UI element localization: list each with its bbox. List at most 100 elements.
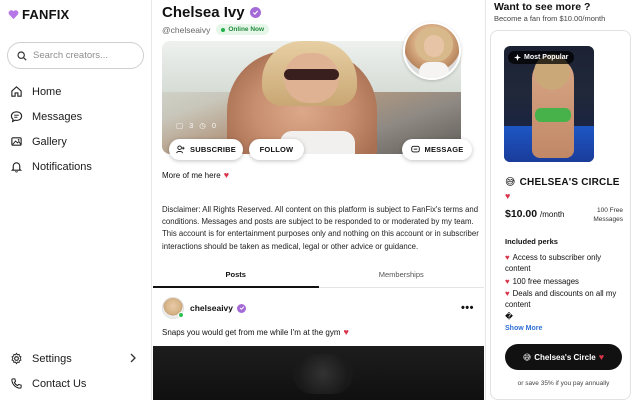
chevron-right-icon[interactable] (129, 353, 137, 363)
nav-settings-label: Settings (32, 352, 72, 365)
perk-text: 100 free messages (512, 277, 579, 286)
nav-contact[interactable]: Contact Us (10, 377, 86, 390)
heart-icon: ♥ (343, 327, 349, 337)
perk-text: Access to subscriber only content (505, 253, 602, 273)
nav-notifications[interactable]: Notifications (10, 160, 92, 173)
phone-icon (11, 378, 22, 389)
online-badge-label: Online Now (228, 26, 265, 33)
free-messages: 100 Free Messages (583, 206, 623, 224)
post-caption: Snaps you would get from me while I'm at… (162, 327, 349, 337)
tab-posts[interactable]: Posts (153, 262, 319, 288)
nav-messages[interactable]: Messages (10, 110, 82, 123)
show-more-link[interactable]: Show More (505, 325, 542, 332)
handle-row: @chelseaivy Online Now (162, 24, 270, 35)
subscribe-label: SUBSCRIBE (190, 145, 236, 154)
follow-label: FOLLOW (259, 145, 294, 154)
verified-icon (237, 303, 247, 313)
nav-contact-label: Contact Us (32, 377, 87, 390)
logo[interactable]: FANFIX (8, 7, 69, 22)
panel-title: Want to see more ? (494, 1, 591, 13)
cta-label: Chelsea's Circle (534, 352, 596, 362)
online-badge: Online Now (216, 24, 270, 35)
search-input[interactable] (33, 50, 133, 61)
profile-avatar[interactable] (403, 22, 461, 80)
perk-item: � (505, 311, 625, 322)
profile-bio: More of me here ♥ (162, 170, 229, 180)
search-icon (17, 50, 27, 61)
media-stats: ▢ 3 ◷ 0 (176, 121, 216, 130)
cta-emoji-icon: 😅 (522, 352, 532, 362)
gear-icon (11, 352, 22, 365)
home-icon (11, 86, 22, 97)
nav-messages-label: Messages (32, 110, 83, 123)
message-icon (410, 145, 420, 153)
perk-text: � (505, 312, 513, 321)
free-messages-line2: Messages (593, 216, 623, 223)
join-tier-button[interactable]: 😅 Chelsea's Circle ♥ (505, 344, 622, 370)
profile-name: Chelsea Ivy (162, 4, 261, 21)
photo-icon: ▢ (176, 121, 184, 130)
tab-memberships[interactable]: Memberships (319, 262, 485, 287)
perk-item: ♥ Deals and discounts on all my content (505, 288, 625, 310)
bell-icon (10, 162, 23, 173)
free-messages-line1: 100 Free (596, 207, 623, 214)
profile-tabs: Posts Memberships (153, 262, 484, 288)
video-icon: ◷ (199, 121, 206, 130)
video-count: 0 (211, 121, 216, 130)
subscribe-button[interactable]: SUBSCRIBE (169, 139, 243, 160)
panel-subtitle: Become a fan from $10.00/month (494, 14, 606, 23)
post-author[interactable]: chelseaivy (190, 303, 247, 313)
heart-icon: ♥ (505, 277, 510, 286)
price-unit: /month (540, 210, 565, 219)
post-avatar[interactable] (162, 297, 184, 319)
tier-price: $10.00 /month (505, 208, 565, 220)
annual-savings-text: or save 35% if you pay annually (517, 380, 610, 387)
membership-image: Most Popular (504, 46, 594, 162)
nav-home-label: Home (32, 85, 62, 98)
post-caption-text: Snaps you would get from me while I'm at… (162, 327, 341, 337)
post-media[interactable] (153, 346, 484, 400)
follow-button[interactable]: FOLLOW (249, 139, 304, 160)
sidebar: FANFIX Home Messages Gallery Notificatio… (0, 0, 152, 400)
heart-icon: ♥ (223, 170, 230, 180)
online-dot-icon (178, 312, 184, 318)
verified-icon (249, 7, 261, 18)
tier-title: 😅 CHELSEA'S CIRCLE (505, 177, 620, 188)
logo-heart-icon (8, 10, 19, 20)
nav-notifications-label: Notifications (32, 160, 92, 173)
nav-gallery[interactable]: Gallery (10, 135, 67, 148)
price-value: $10.00 (505, 208, 538, 220)
perks-title: Included perks (505, 237, 558, 246)
chat-icon (10, 111, 23, 123)
heart-icon: ♥ (598, 352, 605, 362)
add-user-icon (176, 145, 185, 154)
search-box[interactable] (7, 42, 144, 69)
disclaimer-text: Disclaimer: All Rights Reserved. All con… (162, 205, 479, 251)
badge-label: Most Popular (524, 54, 569, 61)
logo-text: FANFIX (22, 7, 70, 22)
post-author-name: chelseaivy (190, 303, 234, 313)
bio-text: More of me here (162, 170, 221, 180)
perk-item: ♥ 100 free messages (505, 276, 625, 287)
heart-icon: ♥ (505, 289, 510, 298)
post-more-button[interactable]: ••• (461, 302, 474, 314)
profile-handle: @chelseaivy (162, 24, 211, 35)
profile-name-text: Chelsea Ivy (162, 4, 245, 21)
photo-count: 3 (189, 121, 194, 130)
perk-text: Deals and discounts on all my content (505, 289, 617, 309)
message-label: MESSAGE (424, 145, 464, 154)
sparkle-icon (514, 54, 521, 61)
heart-icon: ♥ (505, 253, 510, 262)
most-popular-badge: Most Popular (508, 51, 575, 64)
heart-icon: ♥ (505, 191, 511, 201)
tier-name: CHELSEA'S CIRCLE (519, 177, 620, 188)
message-button[interactable]: MESSAGE (402, 139, 472, 160)
gallery-icon (11, 137, 22, 146)
perk-item: ♥ Access to subscriber only content (505, 252, 625, 274)
nav-home[interactable]: Home (10, 85, 61, 98)
nav-settings[interactable]: Settings (10, 352, 72, 365)
profile-main: Chelsea Ivy @chelseaivy Online Now ▢ 3 ◷ 0… (153, 0, 484, 400)
online-dot-icon (221, 27, 226, 32)
tier-emoji-icon: 😅 (505, 177, 516, 188)
nav-gallery-label: Gallery (32, 135, 67, 148)
